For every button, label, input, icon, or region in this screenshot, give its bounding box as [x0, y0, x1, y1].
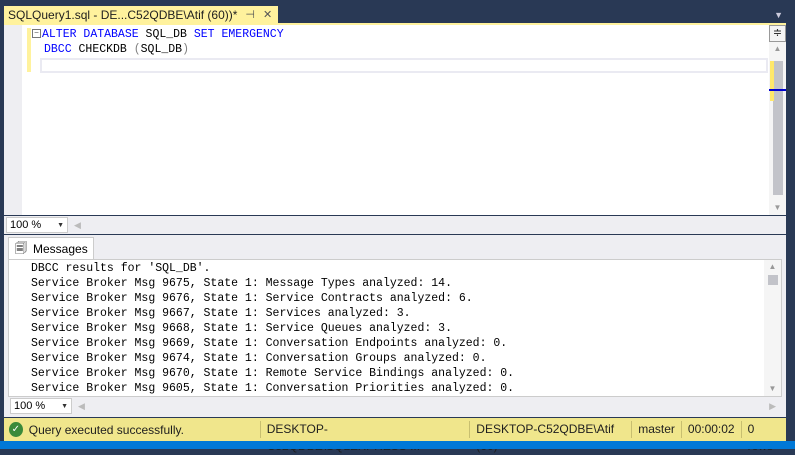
message-line: Service Broker Msg 9668, State 1: Servic…	[31, 322, 452, 335]
scroll-thumb[interactable]	[768, 275, 778, 285]
caret-map-marker	[769, 89, 786, 91]
tab-messages[interactable]: 🗐 Messages	[8, 237, 94, 260]
message-line: Service Broker Msg 9605, State 1: Conver…	[31, 382, 515, 395]
query-editor[interactable]: − ALTER DATABASE SQL_DB SET EMERGENCY DBC…	[4, 25, 786, 215]
current-line-highlight	[40, 58, 768, 73]
scroll-down-icon[interactable]: ▼	[764, 382, 781, 396]
results-pane: 🗐 Messages DBCC results for 'SQL_DB'. Ser…	[4, 235, 786, 417]
scroll-up-icon[interactable]: ▲	[764, 260, 781, 274]
message-line: Service Broker Msg 9676, State 1: Servic…	[31, 292, 473, 305]
messages-list: DBCC results for 'SQL_DB'. Service Broker…	[31, 261, 514, 396]
scroll-right-icon[interactable]: ▶	[769, 401, 776, 412]
message-line: DBCC results for 'SQL_DB'.	[31, 262, 211, 275]
code-line-1: − ALTER DATABASE SQL_DB SET EMERGENCY	[32, 27, 284, 42]
scroll-thumb[interactable]	[773, 61, 783, 195]
status-database: master	[631, 421, 681, 438]
editor-scrollbar[interactable]: ≑ ▲ ▼	[769, 25, 786, 215]
messages-panel[interactable]: DBCC results for 'SQL_DB'. Service Broker…	[8, 259, 782, 397]
status-message: Query executed successfully.	[28, 422, 184, 437]
scroll-left-icon[interactable]: ◀	[74, 220, 81, 231]
change-map-marker	[770, 61, 774, 101]
scroll-left-icon[interactable]: ◀	[78, 401, 85, 412]
message-line: Service Broker Msg 9675, State 1: Messag…	[31, 277, 452, 290]
pin-icon[interactable]: ⊣	[245, 8, 255, 21]
messages-scrollbar[interactable]: ▲ ▼	[764, 260, 781, 396]
editor-zoom-bar: 100 % ▼ ◀	[4, 216, 786, 234]
chevron-down-icon: ▼	[57, 221, 64, 229]
close-icon[interactable]: ✕	[263, 8, 272, 21]
message-line: Service Broker Msg 9669, State 1: Conver…	[31, 337, 508, 350]
app-status-strip	[0, 441, 795, 449]
code-text[interactable]: − ALTER DATABASE SQL_DB SET EMERGENCY DBC…	[32, 27, 284, 57]
chevron-down-icon: ▼	[61, 402, 68, 410]
messages-icon: 🗐	[15, 240, 27, 255]
tab-title: SQLQuery1.sql - DE...C52QDBE\Atif (60))*	[8, 7, 238, 22]
split-icon[interactable]: ≑	[769, 25, 786, 42]
editor-zoom-select[interactable]: 100 % ▼	[6, 217, 68, 233]
status-server: DESKTOP-C52QDBE\SQLEXPRESS ...	[259, 421, 470, 453]
success-check-icon: ✓	[9, 422, 23, 437]
results-zoom-bar: 100 % ▼ ◀ ▶	[8, 397, 782, 415]
status-user: DESKTOP-C52QDBE\Atif (60)	[469, 421, 631, 453]
change-marker	[27, 28, 31, 72]
code-line-2: DBCC CHECKDB (SQL_DB)	[44, 43, 189, 56]
message-line: Service Broker Msg 9674, State 1: Conver…	[31, 352, 487, 365]
message-line: Service Broker Msg 9667, State 1: Servic…	[31, 307, 411, 320]
scroll-down-icon[interactable]: ▼	[769, 201, 786, 215]
document-tab[interactable]: SQLQuery1.sql - DE...C52QDBE\Atif (60))*…	[4, 6, 279, 23]
scroll-up-icon[interactable]: ▲	[769, 42, 786, 56]
status-rows: 0 rows	[740, 421, 786, 453]
results-zoom-select[interactable]: 100 % ▼	[10, 398, 72, 414]
tab-dropdown-icon[interactable]: ▼	[774, 10, 783, 20]
message-line: Service Broker Msg 9670, State 1: Remote…	[31, 367, 515, 380]
status-elapsed: 00:00:02	[680, 421, 741, 438]
collapse-icon[interactable]: −	[32, 29, 41, 39]
status-bar: ✓ Query executed successfully. DESKTOP-C…	[4, 418, 786, 453]
editor-gutter	[4, 25, 22, 215]
